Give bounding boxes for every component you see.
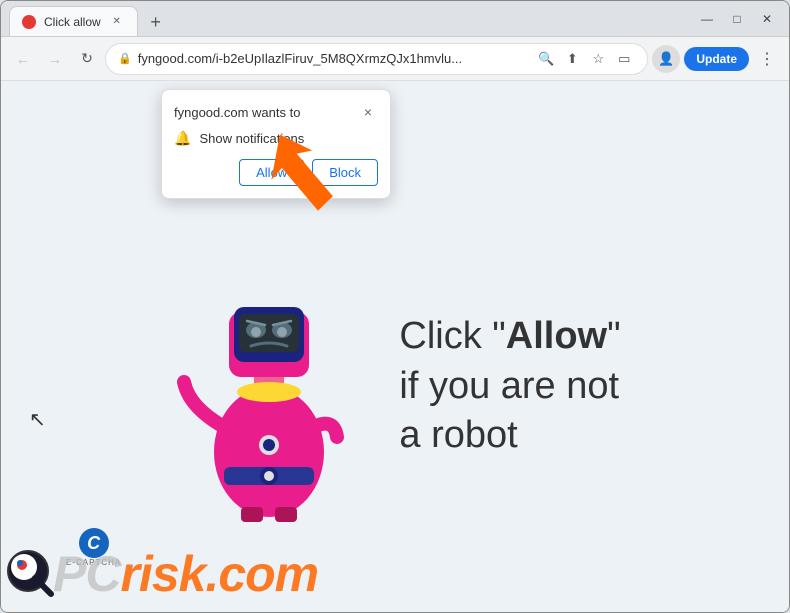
arrow-indicator (253, 131, 343, 236)
tab-favicon (22, 15, 36, 29)
captcha-line1: Click "Allow" (399, 315, 620, 357)
captcha-allow-bold: Allow (506, 315, 607, 357)
robot-section: Click "Allow" if you are not a robot (169, 252, 620, 522)
captcha-line3: if you are not (399, 365, 619, 407)
pcrisk-search-icon (1, 544, 61, 604)
address-bar: ← → ↻ 🔒 fyngood.com/i-b2eUpIlazlFiruv_5M… (1, 37, 789, 81)
bell-icon: 🔔 (174, 130, 191, 147)
search-icon[interactable]: 🔍 (535, 48, 557, 70)
pc-text: PC (53, 545, 120, 603)
sidebar-icon[interactable]: ▭ (613, 48, 635, 70)
reload-button[interactable]: ↻ (73, 45, 101, 73)
title-bar: Click allow ✕ + — □ ✕ (1, 1, 789, 37)
lock-icon: 🔒 (118, 52, 132, 65)
pcrisk-text: PC risk.com (53, 545, 318, 603)
pcrisk-branding: PC risk.com (1, 544, 318, 604)
webpage-area: Click "Allow" if you are not a robot ↖ C… (1, 81, 789, 612)
popup-site-text: fyngood.com wants to (174, 105, 300, 120)
captcha-text: Click "Allow" if you are not a robot (399, 312, 620, 460)
robot-image (169, 252, 369, 522)
url-action-icons: 🔍 ⬆ ☆ ▭ (535, 48, 635, 70)
tab-area: Click allow ✕ + (9, 1, 689, 36)
profile-button[interactable]: 👤 (652, 45, 680, 73)
url-text: fyngood.com/i-b2eUpIlazlFiruv_5M8QXrmzQJ… (138, 51, 530, 66)
popup-close-button[interactable]: × (358, 102, 378, 122)
close-button[interactable]: ✕ (753, 5, 781, 33)
url-bar[interactable]: 🔒 fyngood.com/i-b2eUpIlazlFiruv_5M8QXrmz… (105, 43, 648, 75)
maximize-button[interactable]: □ (723, 5, 751, 33)
menu-button[interactable]: ⋮ (753, 45, 781, 73)
window-controls: — □ ✕ (693, 5, 781, 33)
captcha-line4: a robot (399, 414, 517, 456)
forward-button[interactable]: → (41, 45, 69, 73)
new-tab-button[interactable]: + (142, 8, 170, 36)
share-icon[interactable]: ⬆ (561, 48, 583, 70)
update-button[interactable]: Update (684, 47, 749, 71)
tab-close-button[interactable]: ✕ (109, 14, 125, 30)
risk-text: risk.com (120, 545, 318, 603)
minimize-button[interactable]: — (693, 5, 721, 33)
browser-window: Click allow ✕ + — □ ✕ ← → ↻ 🔒 fyngood.co… (0, 0, 790, 613)
popup-header: fyngood.com wants to × (174, 102, 378, 122)
back-button[interactable]: ← (9, 45, 37, 73)
cursor: ↖ (29, 407, 46, 432)
tab-title: Click allow (44, 15, 101, 29)
active-tab[interactable]: Click allow ✕ (9, 6, 138, 36)
bookmark-icon[interactable]: ☆ (587, 48, 609, 70)
